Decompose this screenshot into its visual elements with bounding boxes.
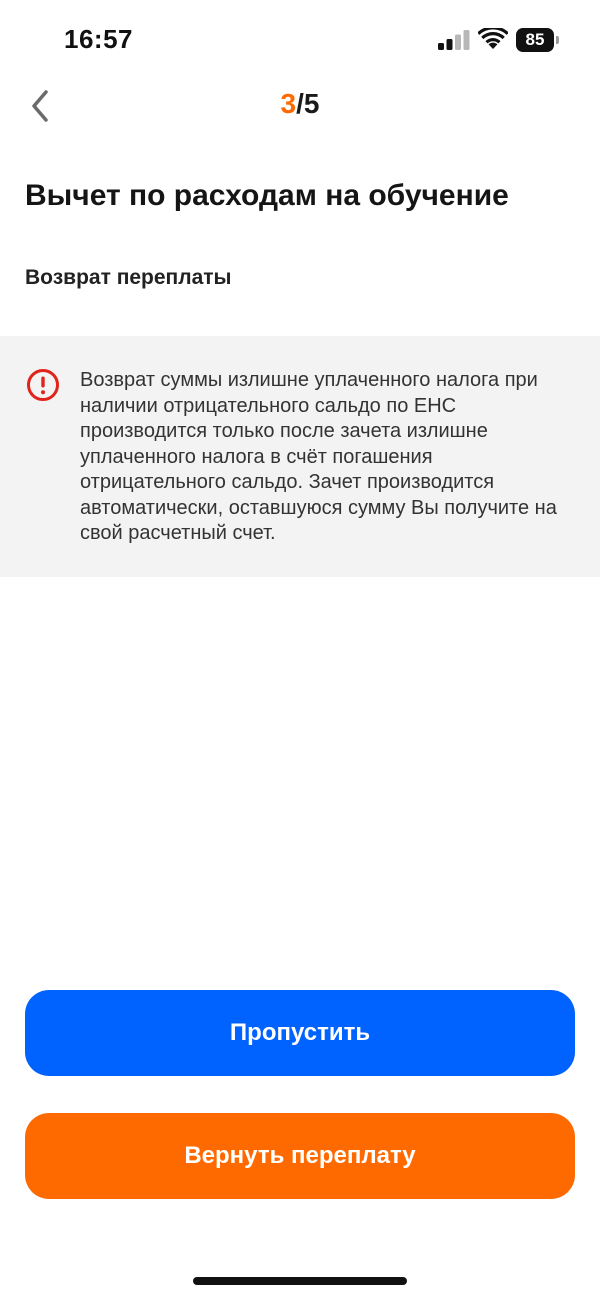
info-notice: Возврат суммы излишне уплаченного налога… bbox=[0, 336, 600, 577]
step-separator: / bbox=[296, 88, 304, 119]
battery-level: 85 bbox=[516, 28, 554, 52]
status-bar: 16:57 85 bbox=[0, 0, 600, 80]
info-text: Возврат суммы излишне уплаченного налога… bbox=[80, 369, 557, 544]
battery-tip bbox=[556, 36, 559, 44]
page-title: Вычет по расходам на обучение bbox=[25, 179, 509, 212]
step-counter: 3/5 bbox=[0, 88, 600, 120]
step-current: 3 bbox=[280, 88, 297, 119]
screen: 16:57 85 3/5 Вычет по расходам на обучен… bbox=[0, 0, 600, 1297]
alert-circle-icon bbox=[27, 369, 59, 401]
section-subtitle: Возврат переплаты bbox=[25, 266, 232, 289]
step-total: 5 bbox=[303, 88, 320, 119]
refund-overpayment-button[interactable]: Вернуть переплату bbox=[25, 1113, 575, 1199]
skip-button[interactable]: Пропустить bbox=[25, 990, 575, 1076]
status-time: 16:57 bbox=[64, 24, 133, 54]
nav-header: 3/5 bbox=[0, 80, 600, 134]
home-indicator[interactable] bbox=[193, 1277, 407, 1285]
wifi-icon bbox=[478, 28, 508, 49]
battery-icon: 85 bbox=[516, 28, 560, 52]
cellular-signal-icon bbox=[438, 30, 470, 50]
